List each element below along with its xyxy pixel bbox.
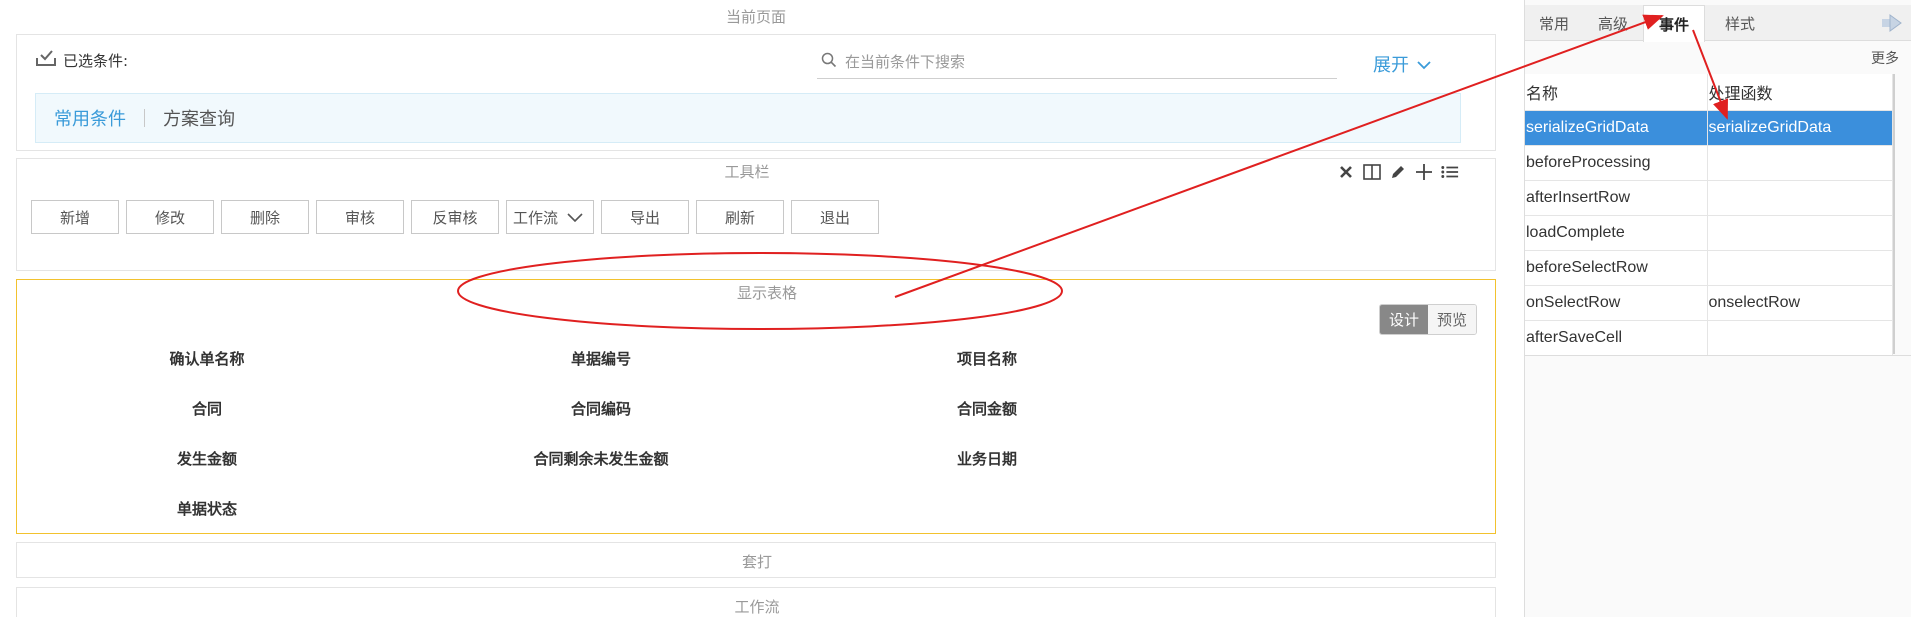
toolbar-panel: 工具栏 新增 修改 删除 审核 反审核 工作流 导出 刷新 退出 <box>16 158 1496 271</box>
tab-common-conditions[interactable]: 常用条件 <box>54 105 126 131</box>
event-row[interactable]: serializeGridData serializeGridData <box>1525 110 1893 146</box>
columns-icon[interactable] <box>1363 163 1381 181</box>
edit-button[interactable]: 修改 <box>126 200 214 234</box>
event-row[interactable]: afterInsertRow <box>1525 180 1893 216</box>
event-handler[interactable] <box>1707 250 1893 286</box>
toolbar-edit-icons <box>1337 163 1459 181</box>
column-header-name: 名称 <box>1525 74 1708 111</box>
selected-conditions: 已选条件: <box>35 49 128 71</box>
refresh-button[interactable]: 刷新 <box>696 200 784 234</box>
collapse-panel-icon[interactable] <box>1877 5 1907 41</box>
expand-button[interactable]: 展开 <box>1373 51 1431 77</box>
properties-tabs: 常用 高级 事件 样式 <box>1525 5 1911 42</box>
grid-field[interactable]: 单据编号 <box>491 348 711 369</box>
add-button[interactable]: 新增 <box>31 200 119 234</box>
exit-button[interactable]: 退出 <box>791 200 879 234</box>
event-name: afterSaveCell <box>1525 320 1708 356</box>
print-panel: 套打 <box>16 542 1496 578</box>
tab-plan-query[interactable]: 方案查询 <box>163 105 235 131</box>
event-name: beforeSelectRow <box>1525 250 1708 286</box>
event-handler[interactable] <box>1707 145 1893 181</box>
grid-field[interactable]: 合同金额 <box>877 398 1097 419</box>
properties-scrollbar[interactable] <box>1893 74 1895 354</box>
events-header-row: 名称 处理函数 <box>1525 74 1893 111</box>
grid-field[interactable]: 合同编码 <box>491 398 711 419</box>
grid-field[interactable]: 确认单名称 <box>97 348 317 369</box>
workflow-panel: 工作流 <box>16 587 1496 617</box>
grid-panel: 显示表格 设计 预览 确认单名称 单据编号 项目名称 合同 合同编码 合同金额 … <box>16 279 1496 534</box>
delete-button[interactable]: 删除 <box>221 200 309 234</box>
more-link[interactable]: 更多 <box>1871 48 1899 68</box>
expand-label: 展开 <box>1373 55 1409 76</box>
tab-divider <box>144 109 145 127</box>
event-handler[interactable] <box>1707 180 1893 216</box>
grid-field[interactable]: 发生金额 <box>97 448 317 469</box>
event-name: loadComplete <box>1525 215 1708 251</box>
event-handler[interactable]: serializeGridData <box>1707 110 1893 146</box>
grid-field[interactable]: 项目名称 <box>877 348 1097 369</box>
event-handler[interactable] <box>1707 215 1893 251</box>
export-button[interactable]: 导出 <box>601 200 689 234</box>
column-header-handler: 处理函数 <box>1707 74 1893 111</box>
condition-tabs: 常用条件 方案查询 <box>35 93 1461 143</box>
design-mode-button[interactable]: 设计 <box>1380 305 1429 334</box>
grid-field[interactable]: 合同剩余未发生金额 <box>491 448 711 469</box>
close-icon[interactable] <box>1337 163 1355 181</box>
condition-panel: 已选条件: 展开 常用条件 方案查询 <box>16 34 1496 151</box>
event-name: afterInsertRow <box>1525 180 1708 216</box>
event-handler[interactable]: onselectRow <box>1707 285 1893 321</box>
event-name: beforeProcessing <box>1525 145 1708 181</box>
events-table: 名称 处理函数 serializeGridData serializeGridD… <box>1525 74 1893 356</box>
chevron-down-icon <box>567 208 583 226</box>
tab-events[interactable]: 事件 <box>1643 5 1705 42</box>
selected-conditions-label: 已选条件: <box>63 51 129 70</box>
print-caption: 套打 <box>741 553 772 571</box>
grid-field[interactable]: 单据状态 <box>97 498 317 519</box>
event-row[interactable]: loadComplete <box>1525 215 1893 251</box>
event-name: serializeGridData <box>1525 110 1708 146</box>
grid-caption: 显示表格 <box>736 284 797 302</box>
design-preview-toggle: 设计 预览 <box>1379 304 1478 335</box>
toolbar-caption: 工具栏 <box>724 163 770 181</box>
preview-mode-button[interactable]: 预览 <box>1428 305 1477 334</box>
workflow-dropdown-label: 工作流 <box>513 208 559 227</box>
list-icon[interactable] <box>1441 163 1459 181</box>
audit-button[interactable]: 审核 <box>316 200 404 234</box>
event-row[interactable]: afterSaveCell <box>1525 320 1893 356</box>
workflow-dropdown[interactable]: 工作流 <box>506 200 594 234</box>
tab-advanced[interactable]: 高级 <box>1583 5 1643 41</box>
event-name: onSelectRow <box>1525 285 1708 321</box>
search-box <box>817 45 1337 79</box>
chevron-down-icon <box>1417 54 1431 75</box>
tab-styles[interactable]: 样式 <box>1705 5 1775 41</box>
toolbar-buttons: 新增 修改 删除 审核 反审核 工作流 导出 刷新 退出 <box>31 200 879 234</box>
event-row[interactable]: onSelectRow onselectRow <box>1525 285 1893 321</box>
grid-field[interactable]: 合同 <box>97 398 317 419</box>
workflow-caption: 工作流 <box>734 598 780 616</box>
event-handler[interactable] <box>1707 320 1893 356</box>
properties-panel: 常用 高级 事件 样式 更多 名称 处理函数 serializeGridData… <box>1524 0 1911 617</box>
current-page-caption: 当前页面 <box>725 8 786 26</box>
checkbox-tray-icon <box>35 49 57 71</box>
grid-field[interactable]: 业务日期 <box>877 448 1097 469</box>
search-input[interactable] <box>845 52 1315 71</box>
pencil-icon[interactable] <box>1389 163 1407 181</box>
properties-empty-area <box>1525 355 1911 617</box>
event-row[interactable]: beforeSelectRow <box>1525 250 1893 286</box>
tab-common[interactable]: 常用 <box>1525 5 1583 41</box>
unaudit-button[interactable]: 反审核 <box>411 200 499 234</box>
event-row[interactable]: beforeProcessing <box>1525 145 1893 181</box>
search-icon <box>821 52 837 72</box>
plus-icon[interactable] <box>1415 163 1433 181</box>
